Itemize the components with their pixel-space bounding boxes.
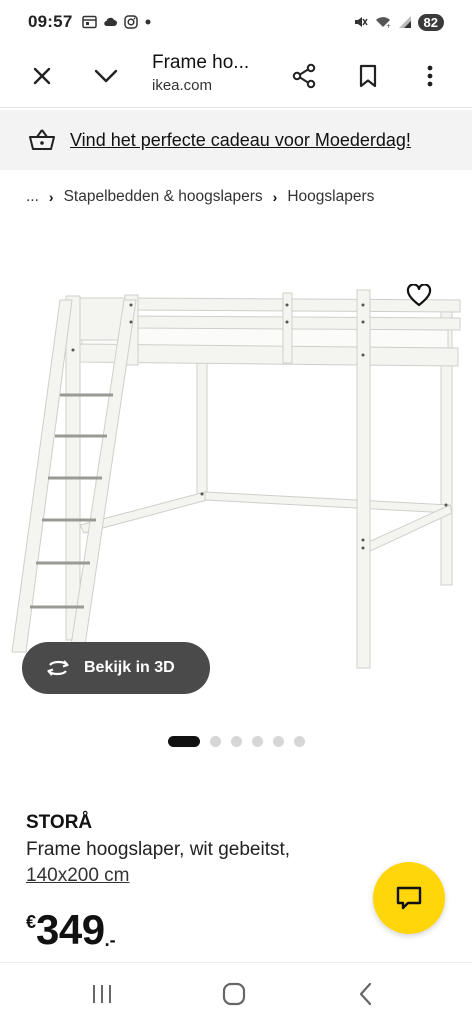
breadcrumb: ... › Stapelbedden & hoogslapers › Hoogs… (26, 188, 374, 206)
back-button[interactable] (346, 977, 386, 1011)
carousel-indicator (168, 736, 305, 747)
status-bar: 09:57 + 82 (0, 0, 472, 44)
product-price: € 349 .- (26, 906, 116, 954)
cloud-icon (104, 17, 118, 27)
breadcrumb-item-bunk-beds[interactable]: Stapelbedden & hoogslapers (64, 188, 263, 206)
share-icon (292, 63, 316, 89)
product-name: STORÅ (26, 812, 93, 833)
dot-icon (145, 19, 151, 25)
rotate-3d-icon (47, 660, 69, 676)
breadcrumb-item-ellipsis[interactable]: ... (26, 188, 39, 206)
carousel-dot-3[interactable] (231, 736, 242, 747)
recent-apps-icon (93, 985, 111, 1003)
price-currency: € (26, 912, 37, 932)
close-button[interactable] (22, 56, 62, 96)
battery-icon: 82 (417, 13, 444, 31)
bookmark-button[interactable] (348, 56, 388, 96)
carousel-dot-6[interactable] (294, 736, 305, 747)
home-button[interactable] (214, 977, 254, 1011)
chevron-down-icon (94, 69, 118, 83)
instagram-icon (124, 15, 139, 29)
carousel-dot-5[interactable] (273, 736, 284, 747)
share-button[interactable] (284, 56, 324, 96)
carousel-dot-2[interactable] (210, 736, 221, 747)
mute-icon (354, 17, 368, 27)
price-decimal: .- (104, 930, 116, 950)
page-title-area[interactable]: Frame ho... ikea.com (152, 50, 249, 96)
carousel-dot-4[interactable] (252, 736, 263, 747)
back-icon (359, 982, 372, 1006)
product-size-link[interactable]: 140x200 cm (26, 865, 130, 887)
view-in-3d-label: Bekijk in 3D (84, 659, 175, 676)
signal-icon (398, 16, 411, 28)
promo-link[interactable]: Vind het perfecte cadeau voor Moederdag! (70, 130, 411, 151)
favorite-button[interactable] (398, 280, 440, 312)
more-menu-button[interactable] (410, 56, 450, 96)
system-navigation-bar (0, 962, 472, 1024)
status-left-icons (82, 15, 152, 29)
home-icon (222, 982, 246, 1006)
bookmark-icon (359, 64, 377, 88)
calendar-icon (82, 15, 98, 29)
breadcrumb-item-loft-beds[interactable]: Hoogslapers (287, 188, 374, 206)
breadcrumb-separator: › (272, 189, 278, 205)
wifi-icon: + (375, 17, 391, 29)
recent-apps-button[interactable] (82, 977, 122, 1011)
status-time: 09:57 (28, 12, 73, 31)
chat-icon (396, 886, 422, 910)
browser-toolbar: Frame ho... ikea.com (0, 44, 472, 108)
status-right-icons: + 82 (354, 13, 444, 31)
heart-icon (406, 284, 432, 307)
close-icon (33, 67, 51, 85)
price-integer: 349 (36, 906, 105, 953)
view-in-3d-button[interactable]: Bekijk in 3D (22, 642, 210, 694)
carousel-dot-1[interactable] (168, 736, 200, 747)
product-description: Frame hoogslaper, wit gebeitst, (26, 839, 291, 860)
promo-banner[interactable]: Vind het perfecte cadeau voor Moederdag! (0, 110, 472, 170)
breadcrumb-separator: › (48, 189, 54, 205)
page-url: ikea.com (152, 77, 213, 94)
svg-text:+: + (386, 23, 391, 29)
more-vertical-icon (427, 65, 433, 87)
page-title: Frame ho... (152, 52, 250, 73)
shopping-basket-icon (29, 129, 55, 150)
collapse-button[interactable] (86, 56, 126, 96)
chat-button[interactable] (373, 862, 445, 934)
